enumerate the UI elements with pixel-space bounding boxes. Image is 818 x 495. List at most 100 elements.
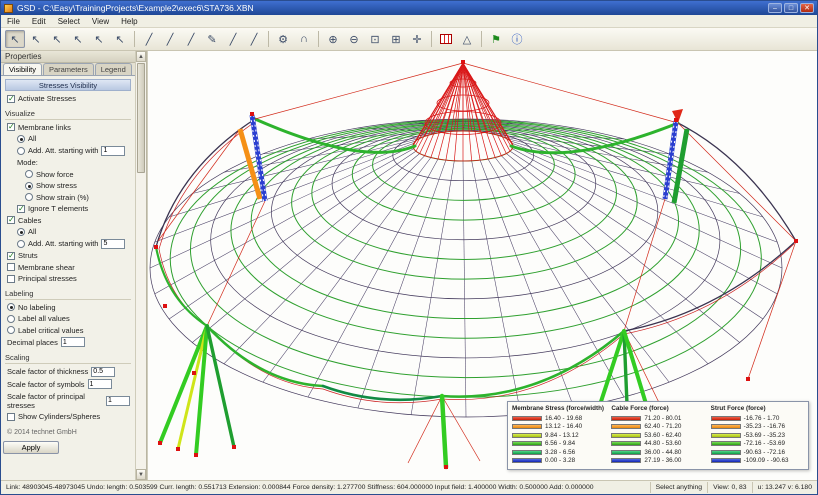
scale-principal-input[interactable] xyxy=(106,396,130,406)
strut-swatch xyxy=(711,458,741,463)
membrane-addatt-radio[interactable] xyxy=(17,147,25,155)
cylinders-checkbox[interactable] xyxy=(7,413,15,421)
toolbar-separator xyxy=(134,31,135,47)
panel-body: Stresses Visibility Activate Stresses Vi… xyxy=(1,76,135,480)
tab-visibility[interactable]: Visibility xyxy=(3,63,42,75)
ignore-t-checkbox[interactable] xyxy=(17,205,25,213)
select-area-icon[interactable]: ↖ xyxy=(89,30,109,48)
label-critical-radio[interactable] xyxy=(7,326,15,334)
cable-swatch xyxy=(611,458,641,463)
scale-thickness-input[interactable] xyxy=(91,367,115,377)
activate-stresses-checkbox[interactable] xyxy=(7,95,15,103)
membrane-swatch xyxy=(512,433,542,438)
select-arrow-icon[interactable]: ↖ xyxy=(5,30,25,48)
cable-swatch xyxy=(611,433,641,438)
cables-checkbox[interactable] xyxy=(7,216,15,224)
scroll-thumb[interactable] xyxy=(137,63,145,173)
activate-stresses-label: Activate Stresses xyxy=(18,94,76,103)
principal-stresses-checkbox[interactable] xyxy=(7,275,15,283)
edge-cable-highlights xyxy=(156,119,678,400)
cables-all-radio[interactable] xyxy=(17,228,25,236)
ignore-t-label: Ignore T elements xyxy=(28,204,88,213)
title-bar: GSD - C:\Easy\TrainingProjects\Example2\… xyxy=(1,1,817,15)
model-viewport[interactable]: Membrane Stress (force/width) 16.40 - 19… xyxy=(147,51,817,480)
show-stress-radio[interactable] xyxy=(25,182,33,190)
struts-checkbox[interactable] xyxy=(7,252,15,260)
zoom-window-icon[interactable]: ⊡ xyxy=(365,30,385,48)
menu-file[interactable]: File xyxy=(1,15,26,27)
decimal-places-input[interactable] xyxy=(61,337,85,347)
table-icon[interactable] xyxy=(436,30,456,48)
cable-swatch xyxy=(611,441,641,446)
legend-membrane-column: Membrane Stress (force/width) 16.40 - 19… xyxy=(512,405,605,465)
no-labeling-label: No labeling xyxy=(18,303,56,312)
cables-addatt-radio[interactable] xyxy=(17,240,25,248)
membrane-addatt-input[interactable] xyxy=(101,146,125,156)
link-chain-icon[interactable]: ╱ xyxy=(160,30,180,48)
cable-range: 44.80 - 53.60 xyxy=(644,440,681,447)
gear-icon[interactable]: ⚙ xyxy=(273,30,293,48)
flag-icon[interactable]: ⚑ xyxy=(486,30,506,48)
membrane-range: 0.00 - 3.28 xyxy=(545,457,575,464)
membrane-swatch xyxy=(512,450,542,455)
zoom-in-icon[interactable]: ⊕ xyxy=(323,30,343,48)
membrane-links-checkbox[interactable] xyxy=(7,123,15,131)
menu-view[interactable]: View xyxy=(86,15,115,27)
scaling-group-label: Scaling xyxy=(5,353,131,364)
membrane-all-radio[interactable] xyxy=(17,135,25,143)
strut-swatch xyxy=(711,416,741,421)
select-element-icon[interactable]: ↖ xyxy=(68,30,88,48)
toolbar-separator xyxy=(481,31,482,47)
panel-scrollbar[interactable]: ▲ ▼ xyxy=(135,51,146,480)
cables-addatt-input[interactable] xyxy=(101,239,125,249)
link-measure-icon[interactable]: ╱ xyxy=(244,30,264,48)
membrane-range: 9.84 - 13.12 xyxy=(545,432,579,439)
link-create-icon[interactable]: ╱ xyxy=(139,30,159,48)
minimize-button[interactable]: – xyxy=(768,3,782,13)
strut-swatch xyxy=(711,424,741,429)
decimal-places-label: Decimal places xyxy=(7,338,58,347)
scale-symbols-label: Scale factor of symbols xyxy=(7,380,85,389)
no-labeling-radio[interactable] xyxy=(7,303,15,311)
show-force-radio[interactable] xyxy=(25,170,33,178)
apply-button[interactable]: Apply xyxy=(3,441,59,454)
app-window: GSD - C:\Easy\TrainingProjects\Example2\… xyxy=(0,0,818,495)
scroll-up-icon[interactable]: ▲ xyxy=(136,51,146,62)
cable-range: 62.40 - 71.20 xyxy=(644,423,681,430)
red-grid-glyph xyxy=(440,34,452,44)
link-edit-icon[interactable]: ✎ xyxy=(202,30,222,48)
menu-help[interactable]: Help xyxy=(115,15,143,27)
label-all-radio[interactable] xyxy=(7,315,15,323)
zoom-out-icon[interactable]: ⊖ xyxy=(344,30,364,48)
scroll-track[interactable] xyxy=(136,62,146,469)
tab-parameters[interactable]: Parameters xyxy=(43,63,94,75)
menu-select[interactable]: Select xyxy=(52,15,86,27)
pan-icon[interactable]: ✛ xyxy=(407,30,427,48)
scale-symbols-input[interactable] xyxy=(88,379,112,389)
link-delete-icon[interactable]: ╱ xyxy=(223,30,243,48)
scale-principal-label: Scale factor of principal stresses xyxy=(7,392,103,410)
zoom-fit-icon[interactable]: ⊞ xyxy=(386,30,406,48)
strut-range: -90.63 - -72.16 xyxy=(744,449,785,456)
select-poly-icon[interactable]: ↖ xyxy=(110,30,130,48)
tab-legend[interactable]: Legend xyxy=(95,63,132,75)
select-link-icon[interactable]: ↖ xyxy=(47,30,67,48)
toolbar-separator xyxy=(318,31,319,47)
magnet-icon[interactable]: ∩ xyxy=(294,30,314,48)
membrane-range: 6.56 - 9.84 xyxy=(545,440,575,447)
select-node-icon[interactable]: ↖ xyxy=(26,30,46,48)
cable-range: 53.60 - 62.40 xyxy=(644,432,681,439)
cylinders-label: Show Cylinders/Spheres xyxy=(18,412,100,421)
mesh-icon[interactable]: △ xyxy=(457,30,477,48)
membrane-shear-checkbox[interactable] xyxy=(7,263,15,271)
scroll-down-icon[interactable]: ▼ xyxy=(136,469,146,480)
link-force-icon[interactable]: ╱ xyxy=(181,30,201,48)
membrane-swatch xyxy=(512,416,542,421)
maximize-button[interactable]: □ xyxy=(784,3,798,13)
strut-range: -109.09 - -90.63 xyxy=(744,457,789,464)
menu-edit[interactable]: Edit xyxy=(26,15,52,27)
close-button[interactable]: ✕ xyxy=(800,3,814,13)
membrane-swatch xyxy=(512,458,542,463)
info-icon[interactable]: ⓘ xyxy=(507,30,527,48)
show-strain-radio[interactable] xyxy=(25,193,33,201)
